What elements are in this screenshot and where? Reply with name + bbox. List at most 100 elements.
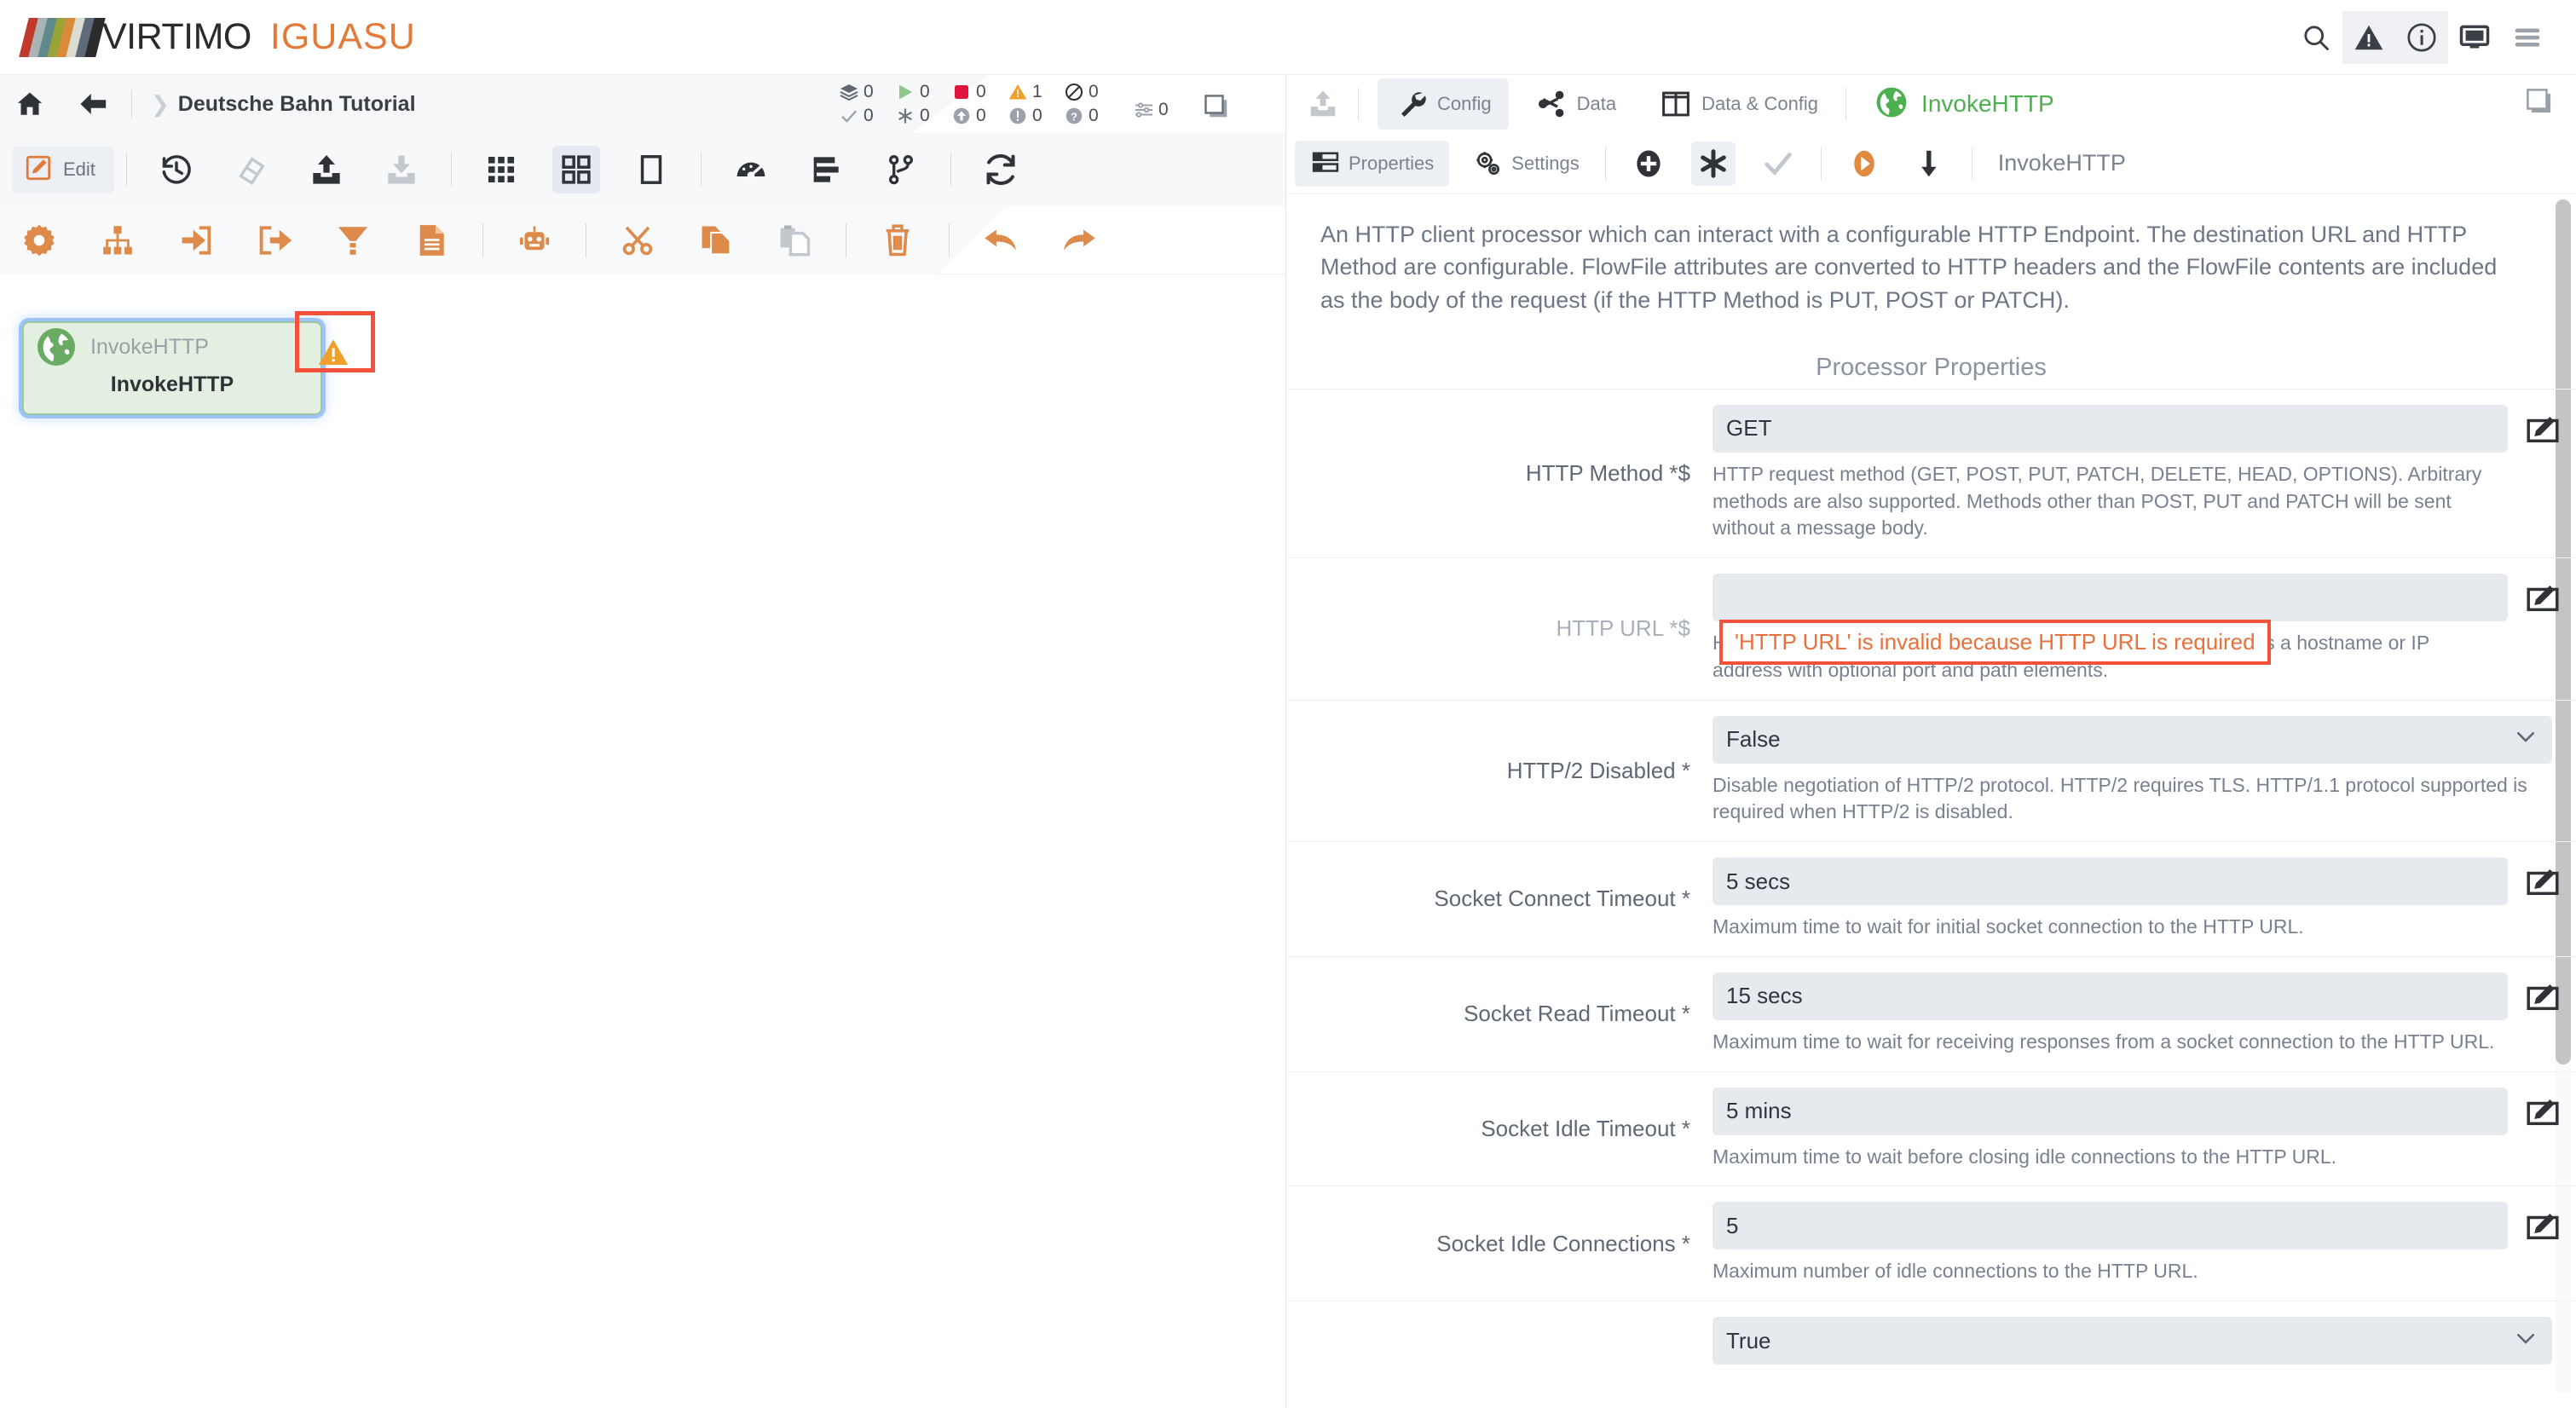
select-value: True — [1726, 1327, 1771, 1353]
check-icon[interactable] — [1756, 141, 1800, 186]
run-icon[interactable] — [1842, 141, 1886, 186]
flow-canvas-panel: ❯ Deutsche Bahn Tutorial 0 0 0 1 0 0 0 0… — [0, 75, 1285, 1408]
robot-icon[interactable] — [511, 216, 558, 264]
property-row: Socket Idle Connections * 5 Maximum numb… — [1286, 1186, 2576, 1301]
socket-connect-timeout-input[interactable]: 5 secs — [1713, 857, 2508, 906]
pencil-edit-icon[interactable] — [2525, 1094, 2561, 1130]
http-method-input[interactable]: GET — [1713, 404, 2508, 453]
subtoolbar-divider-2 — [1820, 147, 1822, 180]
node-type-label: InvokeHTTP — [90, 334, 209, 359]
counter-exclamation: 0 — [1008, 106, 1052, 126]
gauge-icon[interactable] — [727, 146, 775, 193]
down-arrow-icon[interactable] — [1907, 141, 1951, 186]
process-group-icon[interactable] — [94, 216, 142, 264]
scissors-icon[interactable] — [614, 216, 661, 264]
warning-triangle-icon[interactable] — [2342, 10, 2395, 64]
subtab-settings[interactable]: Settings — [1458, 141, 1595, 187]
breadcrumb[interactable]: Deutsche Bahn Tutorial — [178, 92, 416, 117]
add-property-icon[interactable] — [1626, 141, 1671, 186]
flow-canvas[interactable]: InvokeHTTP InvokeHTTP — [0, 274, 1285, 1408]
tab-data-config[interactable]: Data & Config — [1642, 78, 1835, 130]
info-circle-icon[interactable] — [2395, 10, 2448, 64]
edit-button[interactable]: Edit — [12, 146, 114, 193]
processor-name-label: InvokeHTTP — [1997, 150, 2126, 176]
exclamation-circle-icon — [1008, 106, 1028, 126]
undo-icon[interactable] — [977, 216, 1025, 264]
gear-icon[interactable] — [15, 216, 63, 264]
refresh-icon[interactable] — [977, 146, 1025, 193]
socket-idle-connections-input[interactable]: 5 — [1713, 1202, 2508, 1250]
counter-invalid: 1 — [1008, 82, 1052, 102]
counter-sliders: 0 — [1134, 100, 1178, 120]
processor-description: An HTTP client processor which can inter… — [1320, 222, 2498, 313]
property-row: Socket Connect Timeout * 5 secs Maximum … — [1286, 841, 2576, 956]
layers-icon — [839, 82, 859, 102]
funnel-icon[interactable] — [329, 216, 377, 264]
output-port-icon[interactable] — [251, 216, 298, 264]
home-icon[interactable] — [10, 84, 49, 124]
bar-list-icon[interactable] — [802, 146, 850, 193]
grid-small-icon[interactable] — [477, 146, 525, 193]
history-icon[interactable] — [153, 146, 200, 193]
status-icon-group — [2342, 10, 2448, 64]
gears-icon — [1473, 148, 1504, 179]
http2-disabled-select[interactable]: False — [1713, 715, 2552, 764]
share-nodes-icon — [1534, 87, 1568, 121]
node-header: InvokeHTTP — [24, 323, 321, 371]
input-port-icon[interactable] — [172, 216, 220, 264]
pencil-edit-icon[interactable] — [2525, 979, 2561, 1015]
wrench-icon — [1395, 87, 1429, 121]
template-icon[interactable] — [407, 216, 455, 264]
square-outline-icon[interactable] — [627, 146, 675, 193]
maximize-window-icon[interactable] — [1200, 90, 1233, 123]
asterisk-icon — [895, 106, 915, 126]
monitor-icon[interactable] — [2448, 11, 2501, 64]
pencil-edit-icon[interactable] — [2525, 864, 2561, 900]
play-triangle-icon — [895, 82, 915, 102]
property-row: HTTP URL *$ HTTP remote URL including a … — [1286, 557, 2576, 699]
asterisk-icon[interactable] — [1690, 141, 1736, 186]
maximize-window-icon[interactable] — [2525, 87, 2554, 116]
pencil-edit-icon[interactable] — [2525, 412, 2561, 447]
eraser-icon[interactable] — [228, 146, 275, 193]
toolbar-divider-4 — [950, 153, 951, 187]
counter-running: 0 — [895, 82, 939, 102]
validation-error-message: 'HTTP URL' is invalid because HTTP URL i… — [1719, 620, 2271, 666]
subtab-properties[interactable]: Properties — [1295, 140, 1450, 187]
property-label: Socket Idle Connections * — [1436, 1230, 1690, 1256]
hamburger-menu-icon[interactable] — [2501, 11, 2554, 64]
upload-icon[interactable] — [1298, 79, 1348, 129]
warning-triangle-icon[interactable] — [315, 333, 352, 371]
grid-large-icon[interactable] — [552, 146, 600, 193]
subtab-properties-label: Properties — [1349, 152, 1435, 174]
back-arrow-icon[interactable] — [73, 84, 113, 124]
property-label: Socket Connect Timeout * — [1434, 886, 1690, 912]
config-panel-header: Config Data Data & Config InvokeHTTP — [1286, 75, 2576, 133]
copy-icon[interactable] — [692, 216, 740, 264]
branch-icon[interactable] — [877, 146, 925, 193]
tab-config[interactable]: Config — [1378, 78, 1509, 130]
processor-config-panel: Config Data Data & Config InvokeHTTP Pro… — [1285, 75, 2576, 1408]
upload-icon[interactable] — [303, 146, 350, 193]
search-icon[interactable] — [2290, 11, 2342, 64]
virtimo-logo-mark — [19, 17, 106, 57]
toolbar-divider-2 — [450, 153, 452, 187]
paste-icon[interactable] — [771, 216, 818, 264]
pencil-edit-icon[interactable] — [2525, 580, 2561, 616]
tab-data[interactable]: Data — [1517, 78, 1633, 130]
counter-disabled-value: 0 — [1089, 82, 1099, 101]
trash-icon[interactable] — [874, 216, 921, 264]
pencil-edit-icon[interactable] — [2525, 1209, 2561, 1244]
partial-select[interactable]: True — [1713, 1317, 2552, 1365]
download-icon[interactable] — [378, 146, 425, 193]
counter-row-bottom: 0 0 0 0 ? 0 — [839, 104, 1120, 128]
redo-icon[interactable] — [1055, 216, 1103, 264]
toolbar-divider-3 — [700, 153, 702, 187]
processor-node-invokehttp[interactable]: InvokeHTTP InvokeHTTP — [22, 311, 375, 415]
http-url-input[interactable] — [1713, 574, 2508, 622]
property-row: Socket Idle Timeout * 5 mins Maximum tim… — [1286, 1070, 2576, 1186]
property-field: True — [1713, 1317, 2576, 1365]
socket-idle-timeout-input[interactable]: 5 mins — [1713, 1087, 2508, 1135]
counter-stopped: 0 — [951, 82, 996, 102]
socket-read-timeout-input[interactable]: 15 secs — [1713, 972, 2508, 1020]
